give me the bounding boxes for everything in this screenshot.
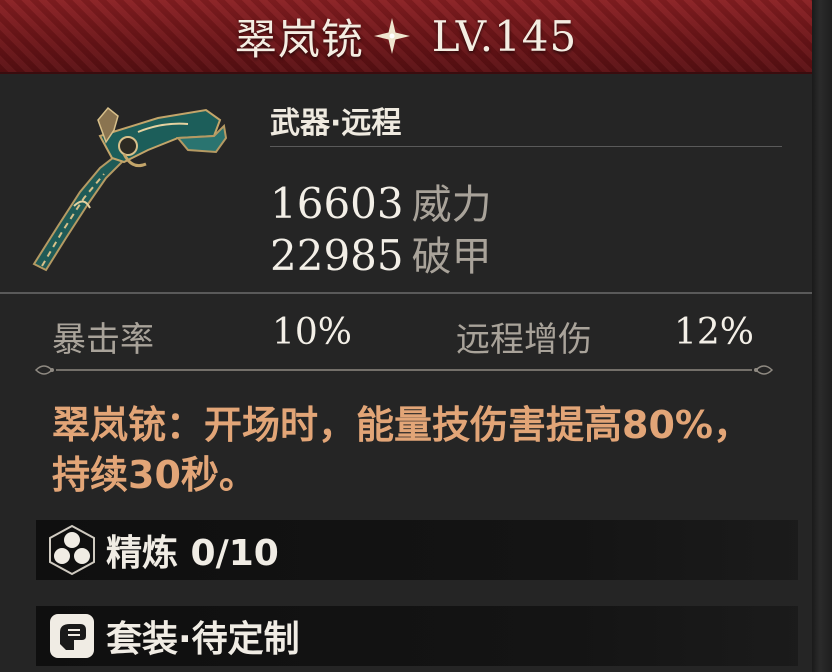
title-banner: 翠岚铳 LV.145	[0, 0, 812, 74]
refine-label: 精炼 0/10	[106, 533, 279, 574]
hexagon-cluster-icon	[49, 524, 95, 576]
set-label: 套装·待定制	[106, 619, 300, 660]
header-separator	[270, 146, 782, 147]
ranged-dmg-value: 12%	[674, 312, 755, 353]
crit-rate-label: 暴击率	[52, 320, 154, 360]
item-tooltip-card: 翠岚铳 LV.145 武器·远程 16603 威力 22985 破甲 暴击率 1…	[0, 0, 812, 672]
stat-row-armor-break: 22985 破甲	[270, 224, 492, 282]
armor-break-label: 破甲	[411, 234, 492, 280]
refine-bar[interactable]: 精炼 0/10	[36, 520, 798, 580]
armor-break-value: 22985	[270, 231, 404, 280]
section-divider	[0, 292, 812, 294]
power-label: 威力	[411, 182, 492, 228]
ornament-divider	[34, 365, 774, 375]
item-category: 武器·远程	[270, 106, 402, 141]
right-edge-frame	[812, 0, 832, 672]
item-level: LV.145	[431, 11, 578, 61]
special-effect-text: 翠岚铳：开场时，能量技伤害提高80%，持续30秒。	[52, 403, 751, 497]
flintlock-pistol-icon	[32, 106, 228, 272]
set-bar[interactable]: 套装·待定制	[36, 606, 798, 666]
crit-rate-value: 10%	[272, 312, 353, 353]
ranged-dmg-label: 远程增伤	[456, 320, 592, 360]
armored-fist-icon	[50, 614, 94, 658]
stat-row-power: 16603 威力	[270, 172, 492, 230]
item-name: 翠岚铳	[234, 14, 364, 64]
power-value: 16603	[270, 179, 404, 228]
four-point-star-icon	[373, 18, 410, 54]
